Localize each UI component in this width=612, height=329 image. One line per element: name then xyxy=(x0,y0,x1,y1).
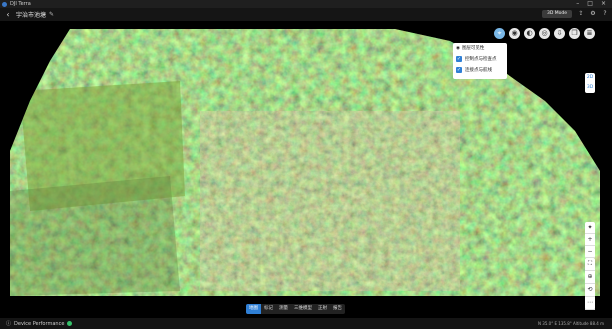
status-dot xyxy=(67,321,73,326)
copy-icon[interactable]: ❐ xyxy=(569,28,580,39)
view-mode-switch[interactable]: 2D 3D xyxy=(585,73,595,93)
tab-report[interactable]: 报告 xyxy=(330,304,345,314)
measure-icon[interactable]: ⌖ xyxy=(494,28,505,39)
fullscreen-icon[interactable]: ⛶ xyxy=(585,258,595,271)
map-viewport[interactable]: ⌖ ◉ ◐ ◎ ⇩ ❐ ≣ ◉ 图层可见性 ✓ 控制点与检查点 ✓ 连接点与航线… xyxy=(0,21,612,318)
window-titlebar: DJI Terra – □ × xyxy=(0,0,612,8)
navigation-tools: ✦ + − xyxy=(585,222,595,258)
zoom-out-icon[interactable]: − xyxy=(585,246,595,258)
coordinate-readout: N 35.0° E 135.8° Altitude 88.4 m xyxy=(538,321,604,326)
info-icon: ⓘ xyxy=(6,321,12,327)
view-tools: ⛶ ⊕ ⟲ ⋯ xyxy=(585,258,595,310)
view-2d-button[interactable]: 2D xyxy=(585,73,595,83)
window-controls: – □ × xyxy=(576,0,612,8)
bottom-tab-bar: 地图 标记 测量 三维模型 正射 报告 xyxy=(246,304,345,314)
target-icon[interactable]: ⊕ xyxy=(585,271,595,284)
edit-name-icon[interactable]: ✎ xyxy=(49,11,54,18)
device-performance[interactable]: ⓘ Device Performance xyxy=(6,320,73,327)
compass-icon[interactable]: ✦ xyxy=(585,222,595,234)
globe-icon[interactable]: ◎ xyxy=(539,28,550,39)
eye-icon: ◉ xyxy=(456,46,460,51)
download-icon[interactable]: ⇩ xyxy=(554,28,565,39)
project-name: 宇治市池塘 xyxy=(16,12,47,19)
map-tool-row: ⌖ ◉ ◐ ◎ ⇩ ❐ ≣ xyxy=(494,28,595,39)
tab-mark[interactable]: 标记 xyxy=(261,304,276,314)
tab-map[interactable]: 地图 xyxy=(246,304,261,314)
top-toolbar: ‹ 宇治市池塘 ✎ 3D Mode ⇪ ⚙ ? xyxy=(0,8,612,21)
layers-icon[interactable]: ≣ xyxy=(584,28,595,39)
close-icon[interactable]: × xyxy=(601,0,606,8)
brightness-icon[interactable]: ◐ xyxy=(524,28,535,39)
tab-ortho[interactable]: 正射 xyxy=(315,304,330,314)
app-logo-icon xyxy=(2,1,7,7)
mode-button[interactable]: 3D Mode xyxy=(542,10,572,18)
view-3d-button[interactable]: 3D xyxy=(585,83,595,93)
window-title: DJI Terra xyxy=(10,1,31,7)
status-bar: ⓘ Device Performance N 35.0° E 135.8° Al… xyxy=(0,318,612,329)
minimize-icon[interactable]: – xyxy=(576,0,579,8)
settings-icon[interactable]: ⚙ xyxy=(589,10,597,18)
reset-view-icon[interactable]: ⟲ xyxy=(585,284,595,297)
tab-3d-model[interactable]: 三维模型 xyxy=(291,304,315,314)
camera-icon[interactable]: ◉ xyxy=(509,28,520,39)
maximize-icon[interactable]: □ xyxy=(587,0,593,8)
back-icon[interactable]: ‹ xyxy=(3,10,13,19)
layer-toggle-control-points[interactable]: ✓ 控制点与检查点 xyxy=(456,53,504,64)
more-icon[interactable]: ⋯ xyxy=(585,297,595,310)
layer-panel-title: ◉ 图层可见性 xyxy=(456,46,485,51)
layer-toggle-tie-points[interactable]: ✓ 连接点与航线 xyxy=(456,64,504,75)
checkbox-icon[interactable]: ✓ xyxy=(456,55,462,62)
orthomosaic-image[interactable] xyxy=(0,21,612,318)
tab-measure[interactable]: 测量 xyxy=(276,304,291,314)
zoom-in-icon[interactable]: + xyxy=(585,234,595,246)
checkbox-icon[interactable]: ✓ xyxy=(456,66,462,73)
export-icon[interactable]: ⇪ xyxy=(577,10,585,18)
layer-visibility-panel: ◉ 图层可见性 ✓ 控制点与检查点 ✓ 连接点与航线 xyxy=(453,43,507,79)
help-icon[interactable]: ? xyxy=(601,10,609,18)
